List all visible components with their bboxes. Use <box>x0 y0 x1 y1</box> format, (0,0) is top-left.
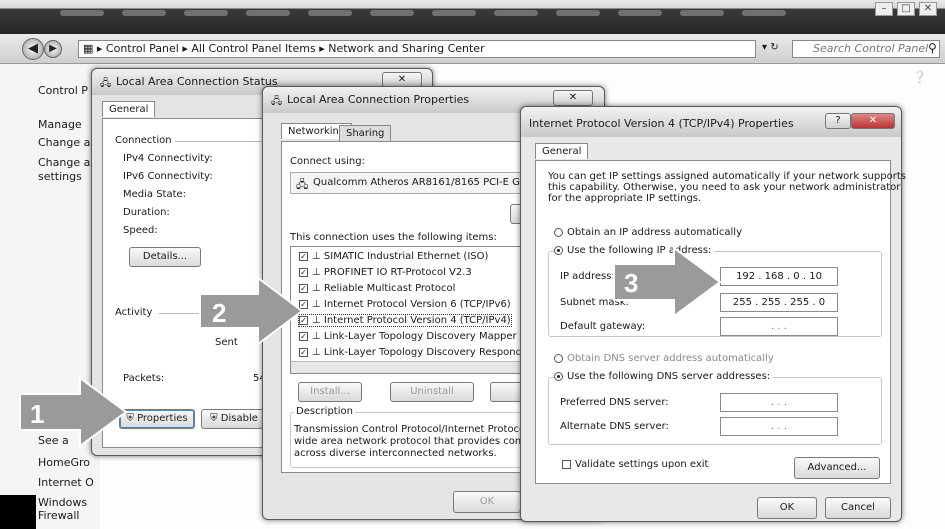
intro-text: this capability. Otherwise, you need to … <box>548 182 901 193</box>
callout-number-1: 1 <box>30 399 44 429</box>
tab-general[interactable]: General <box>535 143 589 159</box>
adapter-icon: 🖧 <box>296 178 309 191</box>
uninstall-button[interactable]: Uninstall <box>390 382 474 402</box>
network-icon: 🖧 <box>100 78 112 89</box>
list-item[interactable]: ✓ ⊥ SIMATIC Industrial Ethernet (ISO) <box>299 251 488 262</box>
blurred-menu <box>60 10 786 20</box>
window-controls: – □ ✕ <box>875 2 937 16</box>
preferred-dns-field[interactable]: . . . <box>720 393 838 412</box>
ipv4-title: Internet Protocol Version 4 (TCP/IPv4) P… <box>529 117 794 130</box>
disable-button[interactable]: ⛨ Disable <box>201 409 267 429</box>
obtain-ip-auto-radio[interactable]: Obtain an IP address automatically <box>554 227 742 238</box>
breadcrumb-all-items[interactable]: All Control Panel Items <box>191 42 315 55</box>
breadcrumb-control-panel[interactable]: Control Panel <box>106 42 179 55</box>
list-item[interactable]: ✓ ⊥ Internet Protocol Version 6 (TCP/IPv6… <box>299 299 511 310</box>
ip-address-field[interactable]: 192 . 168 . 0 . 10 <box>720 267 838 286</box>
duration-label: Duration: <box>123 207 170 218</box>
shield-icon: ⛨ <box>210 413 218 424</box>
callout-arrow-2: 2 <box>199 276 304 346</box>
properties-button[interactable]: ⛨ Properties <box>119 409 195 429</box>
advanced-button[interactable]: Advanced... <box>794 457 880 479</box>
left-link[interactable]: Change a <box>38 136 90 149</box>
properties-title: Local Area Connection Properties <box>287 93 470 106</box>
ipv4-general-panel: You can get IP settings assigned automat… <box>535 160 906 484</box>
ip-address-label: IP address: <box>560 271 615 282</box>
default-gateway-label: Default gateway: <box>560 321 646 332</box>
items-label: This connection uses the following items… <box>290 232 497 243</box>
network-icon: 🖧 <box>271 96 283 107</box>
help-icon[interactable]: ❔ <box>912 70 927 84</box>
refresh-icon[interactable]: ▾ ↻ <box>762 42 779 53</box>
details-button[interactable]: Details... <box>129 247 201 267</box>
connect-using-label: Connect using: <box>290 156 365 167</box>
list-item-ipv4[interactable]: ✓ ⊥ Internet Protocol Version 4 (TCP/IPv4… <box>298 314 512 327</box>
close-button[interactable]: ✕ <box>851 113 895 129</box>
alternate-dns-label: Alternate DNS server: <box>560 421 669 432</box>
cancel-button[interactable]: Cancel <box>825 497 891 519</box>
connection-label: Connection <box>115 135 172 146</box>
left-link[interactable]: Change a <box>38 156 90 169</box>
ok-button[interactable]: OK <box>757 497 817 519</box>
validate-checkbox[interactable]: Validate settings upon exit <box>562 459 708 470</box>
forward-icon[interactable]: ▶ <box>44 40 62 58</box>
list-item[interactable]: ✓ ⊥ Link-Layer Topology Discovery Mapper … <box>299 331 534 342</box>
left-link[interactable]: Internet O <box>38 476 94 489</box>
description-label: Description <box>294 406 355 417</box>
left-link[interactable]: Control P <box>38 84 88 97</box>
tab-general[interactable]: General <box>102 101 156 117</box>
alternate-dns-field[interactable]: . . . <box>720 417 838 436</box>
left-link[interactable]: Manage <box>38 118 82 131</box>
list-item[interactable]: ✓ ⊥ Reliable Multicast Protocol <box>299 283 455 294</box>
activity-label: Activity <box>115 307 153 318</box>
left-link[interactable]: Windows Firewall <box>38 496 100 522</box>
minimize-icon[interactable]: – <box>875 2 893 16</box>
address-bar[interactable]: ▦ ▸ Control Panel ▸ All Control Panel It… <box>78 40 756 58</box>
description-text: wide area network protocol that provides… <box>294 436 548 447</box>
corner-block <box>0 495 36 529</box>
close-button[interactable]: ✕ <box>553 90 593 106</box>
ipv6-connectivity-label: IPv6 Connectivity: <box>123 171 213 182</box>
description-text: Transmission Control Protocol/Internet P… <box>294 424 547 435</box>
address-toolbar: ◀ ▶ ▦ ▸ Control Panel ▸ All Control Pane… <box>0 34 945 64</box>
intro-text: for the appropriate IP settings. <box>548 193 702 204</box>
subnet-mask-field[interactable]: 255 . 255 . 255 . 0 <box>720 293 838 312</box>
control-panel-icon: ▦ <box>83 42 94 55</box>
list-item[interactable]: ✓ ⊥ Link-Layer Topology Discovery Respond… <box>299 347 532 358</box>
description-text: across diverse interconnected networks. <box>294 448 497 459</box>
intro-text: You can get IP settings assigned automat… <box>548 171 906 182</box>
search-icon[interactable]: ⚲ <box>928 41 937 55</box>
back-icon[interactable]: ◀ <box>22 38 44 60</box>
ipv4-connectivity-label: IPv4 Connectivity: <box>123 153 213 164</box>
obtain-dns-auto-radio[interactable]: Obtain DNS server address automatically <box>554 353 774 364</box>
divider <box>175 141 273 142</box>
maximize-icon[interactable]: □ <box>897 2 915 16</box>
status-title: Local Area Connection Status <box>116 75 278 88</box>
use-following-dns-radio[interactable]: Use the following DNS server addresses: <box>554 371 774 382</box>
callout-arrow-1: 1 <box>19 376 128 448</box>
speed-label: Speed: <box>123 225 158 236</box>
preferred-dns-label: Preferred DNS server: <box>560 397 669 408</box>
media-state-label: Media State: <box>123 189 187 200</box>
left-link: settings <box>38 170 82 183</box>
tab-sharing[interactable]: Sharing <box>339 125 392 141</box>
close-icon[interactable]: ✕ <box>919 2 937 16</box>
ok-button[interactable]: OK <box>453 491 521 513</box>
help-button[interactable]: ? <box>825 113 851 129</box>
default-gateway-field[interactable]: . . . <box>720 317 838 336</box>
left-navigation-pane: Control P Manage Change a Change a setti… <box>0 64 100 529</box>
callout-number-2: 2 <box>212 298 226 328</box>
search-input[interactable]: Search Control Panel <box>792 40 940 58</box>
breadcrumb-network-center[interactable]: Network and Sharing Center <box>328 42 484 55</box>
callout-number-3: 3 <box>624 268 638 298</box>
left-link[interactable]: HomeGro <box>38 456 90 469</box>
install-button[interactable]: Install... <box>298 382 362 402</box>
list-item[interactable]: ✓ ⊥ PROFINET IO RT-Protocol V2.3 <box>299 267 472 278</box>
callout-arrow-3: 3 <box>613 246 722 318</box>
